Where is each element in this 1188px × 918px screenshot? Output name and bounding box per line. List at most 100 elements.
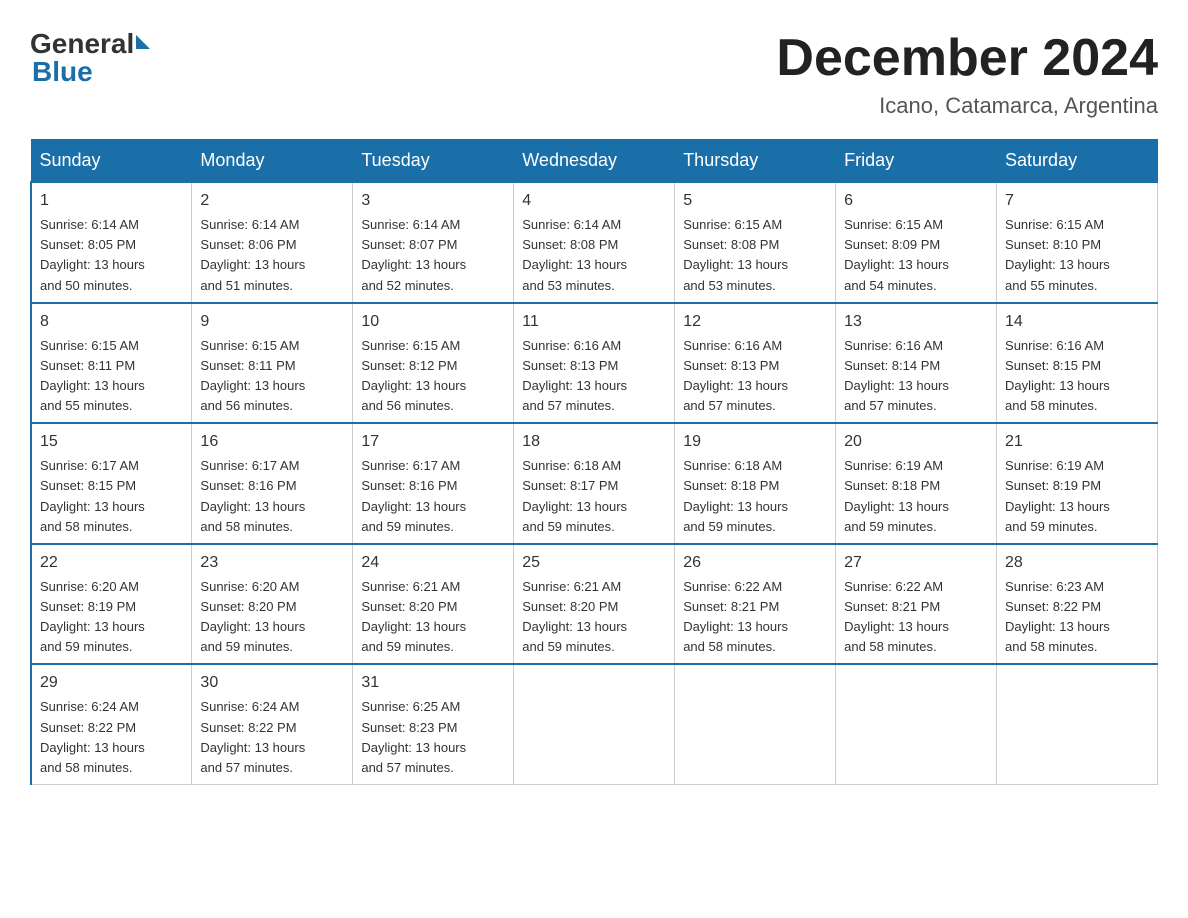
day-info: Sunrise: 6:15 AMSunset: 8:09 PMDaylight:… [844,215,988,296]
week-row-4: 22Sunrise: 6:20 AMSunset: 8:19 PMDayligh… [31,544,1158,665]
calendar-cell: 12Sunrise: 6:16 AMSunset: 8:13 PMDayligh… [675,303,836,424]
header-wednesday: Wednesday [514,140,675,183]
day-number: 24 [361,551,505,575]
day-info: Sunrise: 6:20 AMSunset: 8:20 PMDaylight:… [200,577,344,658]
calendar-cell: 3Sunrise: 6:14 AMSunset: 8:07 PMDaylight… [353,182,514,303]
day-info: Sunrise: 6:20 AMSunset: 8:19 PMDaylight:… [40,577,183,658]
day-info: Sunrise: 6:18 AMSunset: 8:17 PMDaylight:… [522,456,666,537]
day-number: 4 [522,189,666,213]
day-number: 14 [1005,310,1149,334]
week-row-5: 29Sunrise: 6:24 AMSunset: 8:22 PMDayligh… [31,664,1158,784]
day-info: Sunrise: 6:16 AMSunset: 8:14 PMDaylight:… [844,336,988,417]
day-info: Sunrise: 6:14 AMSunset: 8:05 PMDaylight:… [40,215,183,296]
calendar-cell [997,664,1158,784]
calendar-cell: 31Sunrise: 6:25 AMSunset: 8:23 PMDayligh… [353,664,514,784]
day-info: Sunrise: 6:23 AMSunset: 8:22 PMDaylight:… [1005,577,1149,658]
header-saturday: Saturday [997,140,1158,183]
day-number: 15 [40,430,183,454]
day-number: 28 [1005,551,1149,575]
calendar-cell: 19Sunrise: 6:18 AMSunset: 8:18 PMDayligh… [675,423,836,544]
calendar-cell: 17Sunrise: 6:17 AMSunset: 8:16 PMDayligh… [353,423,514,544]
calendar-cell: 11Sunrise: 6:16 AMSunset: 8:13 PMDayligh… [514,303,675,424]
calendar-cell: 20Sunrise: 6:19 AMSunset: 8:18 PMDayligh… [836,423,997,544]
day-number: 8 [40,310,183,334]
day-number: 9 [200,310,344,334]
day-number: 2 [200,189,344,213]
calendar-cell: 6Sunrise: 6:15 AMSunset: 8:09 PMDaylight… [836,182,997,303]
day-number: 21 [1005,430,1149,454]
day-info: Sunrise: 6:15 AMSunset: 8:11 PMDaylight:… [40,336,183,417]
logo-blue-text: Blue [30,56,93,88]
day-info: Sunrise: 6:16 AMSunset: 8:15 PMDaylight:… [1005,336,1149,417]
month-title: December 2024 [776,30,1158,87]
day-number: 10 [361,310,505,334]
day-number: 13 [844,310,988,334]
calendar-cell: 18Sunrise: 6:18 AMSunset: 8:17 PMDayligh… [514,423,675,544]
calendar-cell: 9Sunrise: 6:15 AMSunset: 8:11 PMDaylight… [192,303,353,424]
week-row-3: 15Sunrise: 6:17 AMSunset: 8:15 PMDayligh… [31,423,1158,544]
calendar-cell: 7Sunrise: 6:15 AMSunset: 8:10 PMDaylight… [997,182,1158,303]
day-number: 1 [40,189,183,213]
day-info: Sunrise: 6:25 AMSunset: 8:23 PMDaylight:… [361,697,505,778]
day-info: Sunrise: 6:16 AMSunset: 8:13 PMDaylight:… [683,336,827,417]
calendar-cell: 14Sunrise: 6:16 AMSunset: 8:15 PMDayligh… [997,303,1158,424]
day-number: 16 [200,430,344,454]
week-row-2: 8Sunrise: 6:15 AMSunset: 8:11 PMDaylight… [31,303,1158,424]
day-info: Sunrise: 6:19 AMSunset: 8:19 PMDaylight:… [1005,456,1149,537]
day-info: Sunrise: 6:14 AMSunset: 8:08 PMDaylight:… [522,215,666,296]
day-info: Sunrise: 6:18 AMSunset: 8:18 PMDaylight:… [683,456,827,537]
calendar-cell: 22Sunrise: 6:20 AMSunset: 8:19 PMDayligh… [31,544,192,665]
calendar-cell: 16Sunrise: 6:17 AMSunset: 8:16 PMDayligh… [192,423,353,544]
day-number: 29 [40,671,183,695]
day-number: 22 [40,551,183,575]
day-info: Sunrise: 6:21 AMSunset: 8:20 PMDaylight:… [522,577,666,658]
calendar-cell: 15Sunrise: 6:17 AMSunset: 8:15 PMDayligh… [31,423,192,544]
calendar-cell: 24Sunrise: 6:21 AMSunset: 8:20 PMDayligh… [353,544,514,665]
logo: General Blue [30,30,150,88]
day-number: 19 [683,430,827,454]
day-info: Sunrise: 6:15 AMSunset: 8:10 PMDaylight:… [1005,215,1149,296]
day-info: Sunrise: 6:14 AMSunset: 8:06 PMDaylight:… [200,215,344,296]
day-number: 3 [361,189,505,213]
day-info: Sunrise: 6:24 AMSunset: 8:22 PMDaylight:… [40,697,183,778]
day-info: Sunrise: 6:22 AMSunset: 8:21 PMDaylight:… [844,577,988,658]
calendar-cell: 5Sunrise: 6:15 AMSunset: 8:08 PMDaylight… [675,182,836,303]
header-tuesday: Tuesday [353,140,514,183]
calendar-cell: 26Sunrise: 6:22 AMSunset: 8:21 PMDayligh… [675,544,836,665]
day-info: Sunrise: 6:17 AMSunset: 8:15 PMDaylight:… [40,456,183,537]
calendar-cell: 13Sunrise: 6:16 AMSunset: 8:14 PMDayligh… [836,303,997,424]
day-number: 11 [522,310,666,334]
day-info: Sunrise: 6:16 AMSunset: 8:13 PMDaylight:… [522,336,666,417]
logo-arrow-icon [136,35,150,49]
calendar-cell: 8Sunrise: 6:15 AMSunset: 8:11 PMDaylight… [31,303,192,424]
day-number: 6 [844,189,988,213]
day-number: 25 [522,551,666,575]
logo-general-text: General [30,30,134,58]
calendar-cell: 25Sunrise: 6:21 AMSunset: 8:20 PMDayligh… [514,544,675,665]
header-sunday: Sunday [31,140,192,183]
calendar-cell: 2Sunrise: 6:14 AMSunset: 8:06 PMDaylight… [192,182,353,303]
day-info: Sunrise: 6:21 AMSunset: 8:20 PMDaylight:… [361,577,505,658]
week-row-1: 1Sunrise: 6:14 AMSunset: 8:05 PMDaylight… [31,182,1158,303]
day-number: 26 [683,551,827,575]
calendar-cell: 4Sunrise: 6:14 AMSunset: 8:08 PMDaylight… [514,182,675,303]
day-number: 12 [683,310,827,334]
calendar-cell: 28Sunrise: 6:23 AMSunset: 8:22 PMDayligh… [997,544,1158,665]
day-info: Sunrise: 6:15 AMSunset: 8:11 PMDaylight:… [200,336,344,417]
calendar-cell: 10Sunrise: 6:15 AMSunset: 8:12 PMDayligh… [353,303,514,424]
day-info: Sunrise: 6:19 AMSunset: 8:18 PMDaylight:… [844,456,988,537]
day-number: 17 [361,430,505,454]
day-info: Sunrise: 6:15 AMSunset: 8:12 PMDaylight:… [361,336,505,417]
calendar-cell: 21Sunrise: 6:19 AMSunset: 8:19 PMDayligh… [997,423,1158,544]
header-monday: Monday [192,140,353,183]
header-row: SundayMondayTuesdayWednesdayThursdayFrid… [31,140,1158,183]
header-thursday: Thursday [675,140,836,183]
day-number: 30 [200,671,344,695]
location-title: Icano, Catamarca, Argentina [776,93,1158,119]
day-number: 27 [844,551,988,575]
day-number: 5 [683,189,827,213]
day-number: 7 [1005,189,1149,213]
day-info: Sunrise: 6:14 AMSunset: 8:07 PMDaylight:… [361,215,505,296]
calendar-cell: 1Sunrise: 6:14 AMSunset: 8:05 PMDaylight… [31,182,192,303]
day-number: 20 [844,430,988,454]
